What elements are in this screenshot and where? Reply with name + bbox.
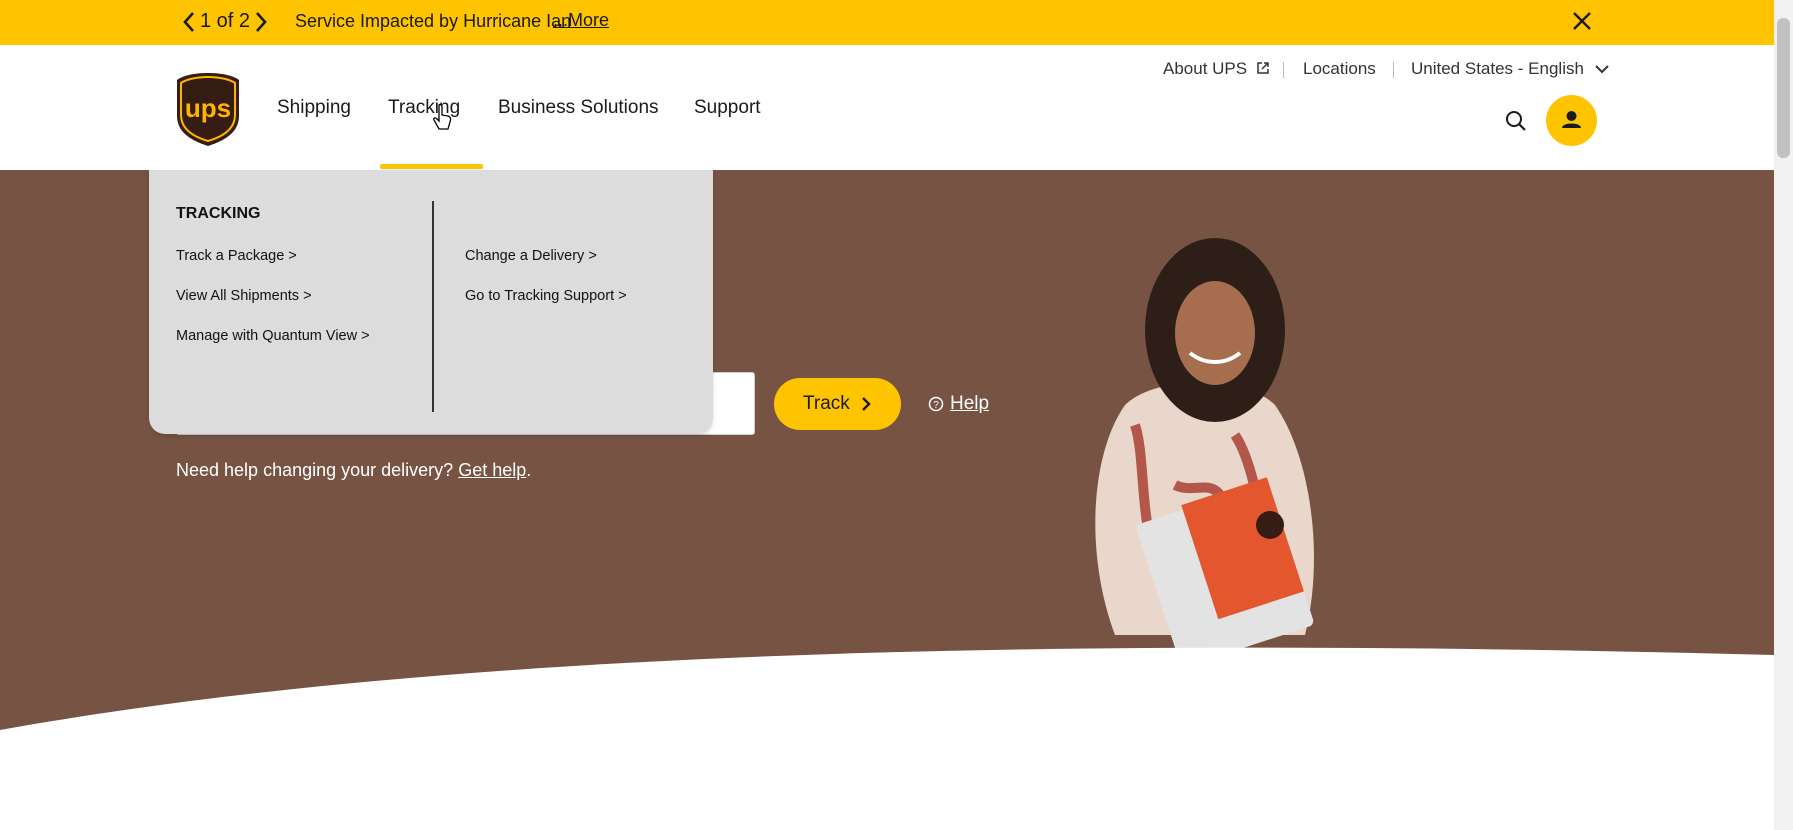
search-icon[interactable] <box>1505 110 1527 132</box>
language-selector[interactable]: United States - English <box>1411 59 1609 79</box>
get-help-link[interactable]: Get help <box>458 460 526 480</box>
quantum-view-link[interactable]: Manage with Quantum View > <box>176 328 370 344</box>
ups-logo[interactable]: ups <box>175 71 241 147</box>
vertical-scrollbar[interactable] <box>1774 0 1793 830</box>
nav-shipping[interactable]: Shipping <box>277 97 351 119</box>
tracking-support-link[interactable]: Go to Tracking Support > <box>465 288 627 304</box>
user-icon <box>1562 111 1581 128</box>
view-all-shipments-link[interactable]: View All Shipments > <box>176 288 312 304</box>
nav-support[interactable]: Support <box>694 97 761 119</box>
help-link[interactable]: Help <box>950 393 989 415</box>
track-button-label: Track <box>803 393 850 414</box>
site-header: ups Shipping Tracking Business Solutions… <box>0 45 1774 170</box>
alert-message: Service Impacted by Hurricane Ian <box>295 11 572 31</box>
chevron-right-icon <box>862 397 871 411</box>
delivery-help-text: Need help changing your delivery? Get he… <box>176 460 531 481</box>
about-ups-link[interactable]: About UPS <box>1163 59 1270 79</box>
tracking-dropdown-menu: TRACKING Track a Package > View All Ship… <box>149 170 713 434</box>
change-a-delivery-link[interactable]: Change a Delivery > <box>465 248 597 264</box>
about-ups-label: About UPS <box>1163 59 1248 78</box>
close-icon[interactable] <box>1570 9 1594 33</box>
page: 1 of 2 Service Impacted by Hurricane Ian… <box>0 0 1793 830</box>
hero-curve-divider <box>0 647 1774 830</box>
chevron-right-icon[interactable] <box>253 10 269 34</box>
alert-more-link[interactable]: ...More <box>553 10 609 31</box>
external-link-icon <box>1257 62 1269 74</box>
hand-cursor-icon <box>433 103 452 130</box>
chevron-left-icon[interactable] <box>181 10 197 34</box>
svg-text:?: ? <box>933 400 939 411</box>
delivery-help-question: Need help changing your delivery? <box>176 460 454 480</box>
svg-text:ups: ups <box>185 93 231 123</box>
scrollbar-thumb[interactable] <box>1777 18 1790 158</box>
utility-divider <box>1283 62 1284 78</box>
language-label: United States - English <box>1411 59 1584 78</box>
track-button[interactable]: Track <box>774 378 901 430</box>
utility-divider <box>1393 62 1394 78</box>
hero-person-image <box>1095 238 1314 650</box>
account-button[interactable] <box>1546 95 1597 146</box>
help-circle-icon: ? <box>928 396 944 412</box>
delivery-help-suffix: . <box>526 460 532 480</box>
locations-link[interactable]: Locations <box>1303 59 1376 79</box>
alert-counter: 1 of 2 <box>200 10 251 32</box>
dropdown-divider <box>432 201 434 412</box>
nav-active-indicator <box>380 164 483 169</box>
alert-banner: 1 of 2 Service Impacted by Hurricane Ian… <box>0 0 1774 45</box>
dropdown-heading: TRACKING <box>176 205 261 222</box>
nav-business-solutions[interactable]: Business Solutions <box>498 97 659 119</box>
track-a-package-link[interactable]: Track a Package > <box>176 248 297 264</box>
chevron-down-icon <box>1594 65 1609 74</box>
